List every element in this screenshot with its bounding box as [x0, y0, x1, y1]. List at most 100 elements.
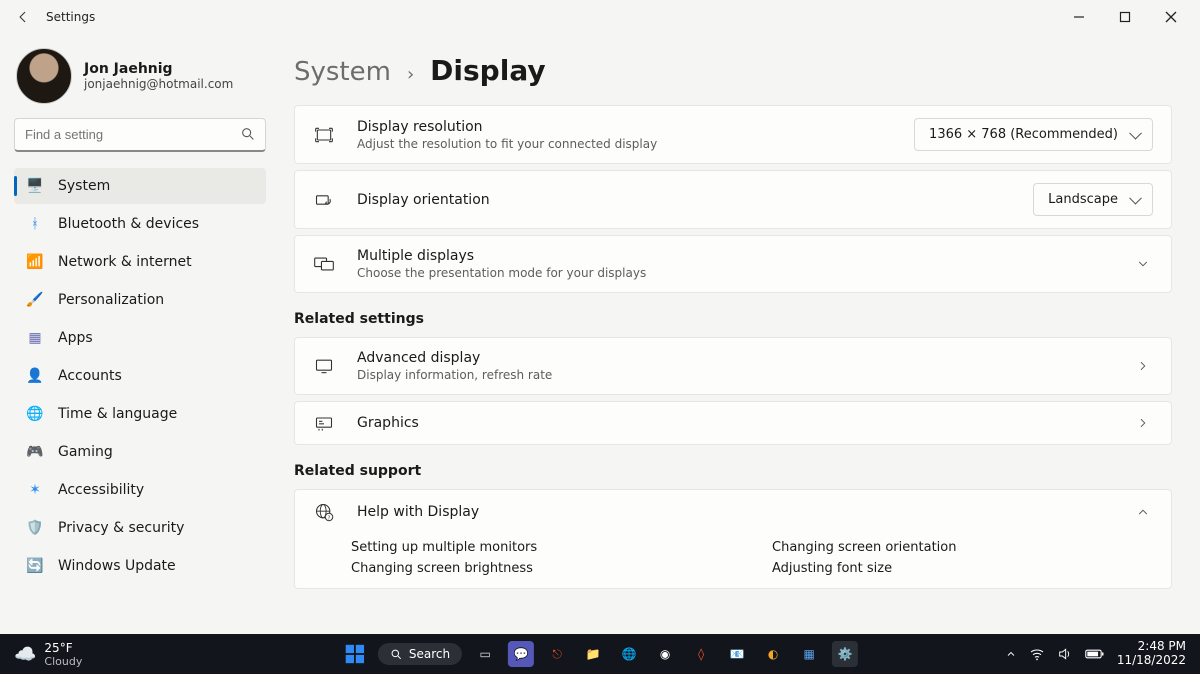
search-box[interactable] — [14, 118, 266, 152]
globe-help-icon: ? — [313, 502, 335, 522]
sidebar-item-label: Bluetooth & devices — [58, 216, 199, 232]
taskbar-clock[interactable]: 2:48 PM 11/18/2022 — [1117, 640, 1186, 668]
chevron-right-icon — [1133, 359, 1153, 373]
setting-multiple-displays[interactable]: Multiple displays Choose the presentatio… — [294, 235, 1172, 293]
search-input[interactable] — [14, 118, 266, 152]
network-icon: 📶 — [26, 253, 44, 271]
multiple-title: Multiple displays — [357, 248, 1111, 264]
help-link[interactable]: Adjusting font size — [772, 561, 1153, 576]
help-title: Help with Display — [357, 504, 1111, 520]
sidebar-item-network[interactable]: 📶 Network & internet — [14, 244, 266, 280]
settings-icon[interactable]: ⚙️ — [832, 641, 858, 667]
setting-display-orientation: Display orientation Landscape — [294, 170, 1172, 229]
orientation-title: Display orientation — [357, 192, 1011, 208]
office-icon[interactable]: ⎋ — [544, 641, 570, 667]
teams-icon[interactable]: 💬 — [508, 641, 534, 667]
search-icon — [240, 126, 256, 142]
sidebar-item-label: Time & language — [58, 406, 177, 422]
window-title: Settings — [46, 10, 95, 24]
bluetooth-icon: ᚼ — [26, 215, 44, 233]
setting-display-resolution: Display resolution Adjust the resolution… — [294, 105, 1172, 164]
edge-icon[interactable]: 🌐 — [616, 641, 642, 667]
update-icon: 🔄 — [26, 557, 44, 575]
gaming-icon: 🎮 — [26, 443, 44, 461]
profile-email: jonjaehnig@hotmail.com — [84, 77, 233, 91]
wifi-icon[interactable] — [1029, 647, 1045, 661]
apps-icon: ▦ — [26, 329, 44, 347]
mail-icon[interactable]: 📧 — [724, 641, 750, 667]
app-icon-1[interactable]: ◐ — [760, 641, 786, 667]
advanced-title: Advanced display — [357, 350, 1111, 366]
accounts-icon: 👤 — [26, 367, 44, 385]
profile-block[interactable]: Jon Jaehnig jonjaehnig@hotmail.com — [14, 48, 266, 104]
system-tray: 2:48 PM 11/18/2022 — [1005, 640, 1200, 668]
sidebar-item-privacy[interactable]: 🛡️Privacy & security — [14, 510, 266, 546]
help-header-row[interactable]: ? Help with Display — [295, 490, 1171, 534]
sidebar-item-bluetooth[interactable]: ᚼ Bluetooth & devices — [14, 206, 266, 242]
sidebar-item-label: Network & internet — [58, 254, 192, 270]
maximize-button[interactable] — [1102, 2, 1148, 32]
advanced-subtitle: Display information, refresh rate — [357, 368, 1111, 382]
calculator-icon[interactable]: ▦ — [796, 641, 822, 667]
personalization-icon: 🖌️ — [26, 291, 44, 309]
setting-graphics[interactable]: Graphics — [294, 401, 1172, 445]
battery-icon[interactable] — [1085, 648, 1105, 660]
taskbar-center: Search ▭ 💬 ⎋ 📁 🌐 ◉ ◊ 📧 ◐ ▦ ⚙️ — [342, 641, 858, 667]
multiple-subtitle: Choose the presentation mode for your di… — [357, 266, 1111, 280]
svg-text:?: ? — [328, 516, 331, 522]
graphics-title: Graphics — [357, 415, 1111, 431]
resolution-icon — [313, 126, 335, 144]
sidebar-item-label: Accessibility — [58, 482, 144, 498]
sidebar-item-label: System — [58, 178, 110, 194]
file-explorer-icon[interactable]: 📁 — [580, 641, 606, 667]
sidebar-item-label: Apps — [58, 330, 93, 346]
accessibility-icon: ✶ — [26, 481, 44, 499]
system-icon: 🖥️ — [26, 177, 44, 195]
volume-icon[interactable] — [1057, 647, 1073, 661]
time-language-icon: 🌐 — [26, 405, 44, 423]
sidebar-item-label: Personalization — [58, 292, 164, 308]
sidebar-item-accounts[interactable]: 👤 Accounts — [14, 358, 266, 394]
clock-date: 11/18/2022 — [1117, 654, 1186, 668]
sidebar-item-accessibility[interactable]: ✶ Accessibility — [14, 472, 266, 508]
weather-temp: 25°F — [44, 641, 82, 655]
chrome-icon[interactable]: ◉ — [652, 641, 678, 667]
related-support-heading: Related support — [294, 463, 1172, 479]
sidebar-item-personalization[interactable]: 🖌️ Personalization — [14, 282, 266, 318]
setting-advanced-display[interactable]: Advanced display Display information, re… — [294, 337, 1172, 395]
sidebar-item-gaming[interactable]: 🎮Gaming — [14, 434, 266, 470]
back-button[interactable] — [6, 0, 40, 34]
help-link[interactable]: Changing screen brightness — [351, 561, 732, 576]
taskbar-weather[interactable]: ☁️ 25°F Cloudy — [0, 641, 82, 668]
sidebar-item-time-language[interactable]: 🌐 Time & language — [14, 396, 266, 432]
help-link[interactable]: Setting up multiple monitors — [351, 540, 732, 555]
sidebar-item-label: Accounts — [58, 368, 122, 384]
chevron-down-icon — [1133, 257, 1153, 271]
resolution-subtitle: Adjust the resolution to fit your connec… — [357, 137, 892, 151]
help-link[interactable]: Changing screen orientation — [772, 540, 1153, 555]
profile-name: Jon Jaehnig — [84, 61, 233, 77]
monitor-icon — [313, 357, 335, 375]
tray-chevron-icon[interactable] — [1005, 648, 1017, 660]
start-button[interactable] — [342, 641, 368, 667]
resolution-dropdown[interactable]: 1366 × 768 (Recommended) — [914, 118, 1153, 151]
sidebar-item-apps[interactable]: ▦ Apps — [14, 320, 266, 356]
taskbar-search[interactable]: Search — [378, 643, 462, 665]
brave-icon[interactable]: ◊ — [688, 641, 714, 667]
sidebar-item-label: Windows Update — [58, 558, 176, 574]
weather-icon: ☁️ — [14, 644, 36, 665]
chevron-right-icon: › — [407, 64, 414, 85]
taskbar: ☁️ 25°F Cloudy Search ▭ 💬 ⎋ 📁 🌐 ◉ ◊ 📧 ◐ … — [0, 634, 1200, 674]
help-with-display: ? Help with Display Setting up multiple … — [294, 489, 1172, 589]
breadcrumb-parent[interactable]: System — [294, 57, 391, 87]
chevron-right-icon — [1133, 416, 1153, 430]
task-view-icon[interactable]: ▭ — [472, 641, 498, 667]
multiple-displays-icon — [313, 255, 335, 273]
taskbar-search-label: Search — [409, 647, 450, 661]
close-button[interactable] — [1148, 2, 1194, 32]
sidebar-item-system[interactable]: 🖥️ System — [14, 168, 266, 204]
breadcrumb-current: Display — [430, 54, 545, 87]
orientation-dropdown[interactable]: Landscape — [1033, 183, 1153, 216]
sidebar-item-update[interactable]: 🔄 Windows Update — [14, 548, 266, 584]
minimize-button[interactable] — [1056, 2, 1102, 32]
